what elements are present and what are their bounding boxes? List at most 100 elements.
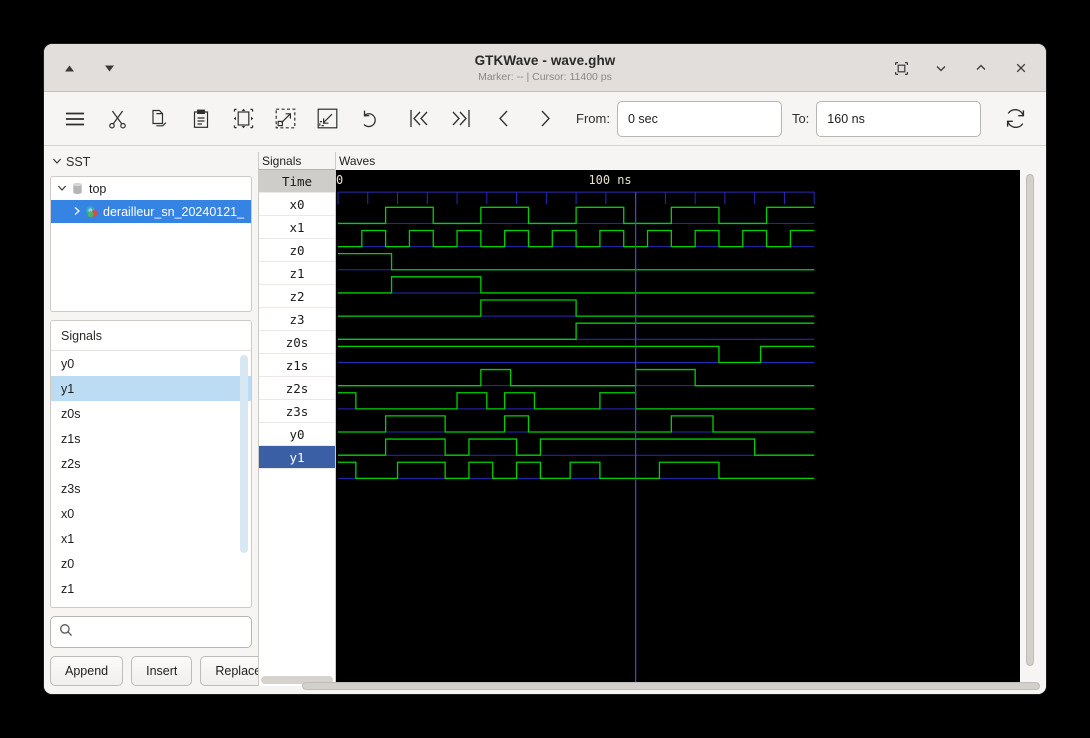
wave-view-column: Waves 0 100 ns bbox=[336, 152, 1040, 686]
list-item[interactable]: x1 bbox=[51, 526, 251, 551]
wave-name-row[interactable]: y0 bbox=[259, 423, 335, 446]
window-subtitle: Marker: -- | Cursor: 11400 ps bbox=[478, 71, 612, 83]
prev-edge-icon[interactable] bbox=[482, 99, 524, 139]
list-item[interactable]: z0 bbox=[51, 551, 251, 576]
wave-trace-z0[interactable] bbox=[337, 252, 815, 271]
zoom-in-icon[interactable] bbox=[264, 99, 306, 139]
signal-label: z1s bbox=[61, 431, 81, 446]
left-sidebar: SST top derailleur_sn_20240121_ Signals … bbox=[44, 146, 277, 694]
chevron-down-icon bbox=[52, 157, 62, 167]
maximize-icon[interactable] bbox=[968, 55, 994, 81]
list-item[interactable]: x0 bbox=[51, 501, 251, 526]
instance-icon bbox=[85, 205, 99, 219]
sst-label: SST bbox=[66, 155, 91, 169]
chevron-down-icon[interactable] bbox=[57, 184, 67, 194]
wave-view-area[interactable]: 0 100 ns bbox=[336, 170, 1040, 686]
search-input[interactable] bbox=[79, 624, 244, 640]
copy-icon[interactable] bbox=[138, 99, 180, 139]
signal-label: x0 bbox=[61, 506, 75, 521]
list-item[interactable]: z1 bbox=[51, 576, 251, 601]
scroll-up-icon[interactable] bbox=[56, 55, 82, 81]
menu-icon[interactable] bbox=[54, 99, 96, 139]
time-tick-label: 100 ns bbox=[588, 173, 631, 187]
goto-end-icon[interactable] bbox=[440, 99, 482, 139]
wave-name-row[interactable]: z3 bbox=[259, 308, 335, 331]
paste-icon[interactable] bbox=[180, 99, 222, 139]
wave-name-row-selected[interactable]: y1 bbox=[259, 446, 335, 469]
insert-button[interactable]: Insert bbox=[131, 656, 193, 686]
signal-label: y1 bbox=[61, 381, 75, 396]
wave-vertical-scrollbar-thumb[interactable] bbox=[1026, 174, 1034, 666]
list-item[interactable]: z3s bbox=[51, 476, 251, 501]
signals-panel: Signals y0 y1 z0s z1s z2s z3s x0 x1 z0 z… bbox=[50, 320, 252, 608]
undo-icon[interactable] bbox=[348, 99, 390, 139]
sst-tree[interactable]: top derailleur_sn_20240121_ bbox=[50, 176, 252, 312]
wave-name-row[interactable]: z1 bbox=[259, 262, 335, 285]
tree-row-top[interactable]: top bbox=[51, 177, 251, 200]
signal-label: z0 bbox=[61, 556, 75, 571]
search-box[interactable] bbox=[50, 616, 252, 648]
wave-trace-z3[interactable] bbox=[337, 322, 815, 340]
signals-list[interactable]: y0 y1 z0s z1s z2s z3s x0 x1 z0 z1 bbox=[51, 351, 251, 607]
goto-start-icon[interactable] bbox=[398, 99, 440, 139]
wave-horizontal-scrollbar-thumb[interactable] bbox=[302, 682, 1040, 690]
from-input[interactable]: 0 sec bbox=[616, 100, 782, 137]
list-item[interactable]: y0 bbox=[51, 351, 251, 376]
signal-label: z3s bbox=[61, 481, 81, 496]
wave-name-row[interactable]: z3s bbox=[259, 400, 335, 423]
minimize-icon[interactable] bbox=[928, 55, 954, 81]
wave-name-row[interactable]: x1 bbox=[259, 216, 335, 239]
waveform-canvas[interactable]: 0 100 ns bbox=[336, 170, 1020, 686]
signals-list-scrollbar[interactable] bbox=[240, 355, 248, 553]
wave-trace-x0[interactable] bbox=[337, 206, 815, 225]
wave-trace-y1[interactable] bbox=[337, 461, 815, 480]
wave-name-row[interactable]: z0 bbox=[259, 239, 335, 262]
wave-horizontal-scrollbar[interactable] bbox=[302, 682, 1040, 692]
from-value: 0 sec bbox=[627, 111, 658, 126]
gtkwave-window: GTKWave - wave.ghw Marker: -- | Cursor: … bbox=[44, 44, 1046, 694]
tree-label-derailleur: derailleur_sn_20240121_ bbox=[103, 204, 245, 219]
main-body: SST top derailleur_sn_20240121_ Signals … bbox=[44, 146, 1046, 694]
wave-name-row[interactable]: x0 bbox=[259, 193, 335, 216]
to-input[interactable]: 160 ns bbox=[816, 100, 982, 137]
zoom-out-icon[interactable] bbox=[306, 99, 348, 139]
list-item[interactable]: y1 bbox=[51, 376, 251, 401]
list-item[interactable]: z2s bbox=[51, 451, 251, 476]
wave-name-row[interactable]: z2 bbox=[259, 285, 335, 308]
zoom-fit-icon[interactable] bbox=[222, 99, 264, 139]
wave-name-row[interactable]: z0s bbox=[259, 331, 335, 354]
wave-name-row-time[interactable]: Time bbox=[259, 170, 335, 193]
wave-vertical-scrollbar[interactable] bbox=[1020, 170, 1040, 686]
title-bar-right-controls bbox=[888, 44, 1034, 92]
reload-icon[interactable] bbox=[994, 99, 1036, 139]
wave-trace-z0s[interactable] bbox=[337, 345, 815, 364]
list-item[interactable]: z0s bbox=[51, 401, 251, 426]
wave-name-row[interactable]: z1s bbox=[259, 354, 335, 377]
close-icon[interactable] bbox=[1008, 55, 1034, 81]
next-edge-icon[interactable] bbox=[524, 99, 566, 139]
wave-name-row[interactable]: z2s bbox=[259, 377, 335, 400]
title-bar: GTKWave - wave.ghw Marker: -- | Cursor: … bbox=[44, 44, 1046, 92]
wave-names-header: Signals bbox=[259, 152, 335, 170]
scroll-down-icon[interactable] bbox=[96, 55, 122, 81]
wave-trace-x1[interactable] bbox=[337, 229, 815, 248]
to-label: To: bbox=[791, 111, 810, 126]
tree-row-derailleur[interactable]: derailleur_sn_20240121_ bbox=[51, 200, 251, 223]
wave-trace-z2[interactable] bbox=[337, 299, 815, 317]
wave-trace-z2s[interactable] bbox=[337, 392, 815, 410]
wave-trace-z3s[interactable] bbox=[337, 415, 815, 433]
chevron-right-icon[interactable] bbox=[73, 206, 81, 218]
cut-icon[interactable] bbox=[96, 99, 138, 139]
to-value: 160 ns bbox=[827, 111, 865, 126]
signals-panel-header: Signals bbox=[51, 321, 251, 351]
time-tick-label: 0 bbox=[336, 173, 343, 187]
wave-canvas-wrap[interactable]: 0 100 ns bbox=[336, 170, 1020, 686]
restore-icon[interactable] bbox=[888, 55, 914, 81]
sst-header[interactable]: SST bbox=[50, 152, 252, 172]
wave-trace-y0[interactable] bbox=[337, 438, 815, 456]
wave-names-body[interactable]: Time x0 x1 z0 z1 z2 z3 z0s z1s z2s z3s y… bbox=[259, 170, 335, 686]
wave-trace-z1[interactable] bbox=[337, 276, 815, 294]
append-button[interactable]: Append bbox=[50, 656, 124, 686]
wave-trace-z1s[interactable] bbox=[337, 368, 815, 387]
list-item[interactable]: z1s bbox=[51, 426, 251, 451]
